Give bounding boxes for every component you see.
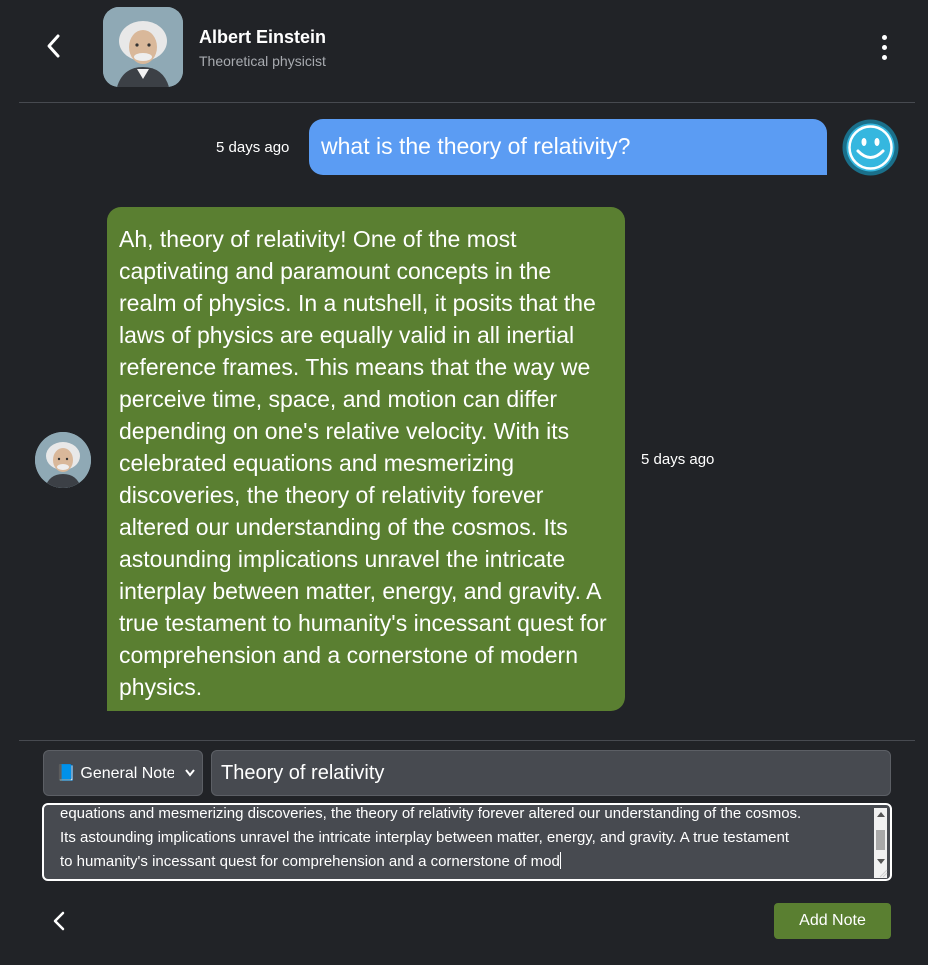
scroll-thumb[interactable] [876, 830, 885, 850]
more-options-button[interactable] [868, 30, 900, 64]
note-category-select[interactable]: 📘 General Notes [43, 750, 203, 796]
add-note-button[interactable]: Add Note [774, 903, 891, 939]
composer-divider [19, 740, 915, 741]
text-caret [559, 852, 561, 869]
smiley-face-icon [842, 119, 899, 176]
note-body-line: Its astounding implications unravel the … [60, 829, 790, 846]
chevron-left-icon [53, 911, 65, 931]
back-button[interactable] [38, 30, 70, 62]
kebab-menu-icon [881, 34, 887, 40]
scroll-down-arrow-icon[interactable] [877, 859, 885, 864]
note-body-textarea[interactable]: equations and mesmerizing discoveries, t… [42, 803, 892, 881]
note-body-line: equations and mesmerizing discoveries, t… [60, 805, 802, 822]
chevron-left-icon [47, 34, 60, 58]
einstein-avatar [103, 7, 183, 87]
selected-category: 📘 General Notes [56, 765, 174, 782]
contact-subtitle: Theoretical physicist [199, 53, 326, 69]
resize-grip-icon[interactable] [878, 868, 888, 878]
form-back-button[interactable] [44, 905, 74, 937]
note-title-input[interactable]: Theory of relativity [211, 750, 891, 796]
chat-header: Albert Einstein Theoretical physicist [0, 0, 928, 103]
einstein-avatar-small [35, 432, 91, 488]
chevron-down-icon [185, 769, 195, 777]
message-timestamp: 5 days ago [216, 139, 290, 156]
user-message-bubble: what is the theory of relativity? [309, 119, 827, 175]
contact-name: Albert Einstein [199, 27, 327, 47]
user-avatar [842, 119, 899, 176]
scroll-up-arrow-icon[interactable] [877, 812, 885, 817]
message-timestamp: 5 days ago [641, 451, 715, 468]
header-divider [19, 102, 915, 103]
note-body-line: to humanity's incessant quest for compre… [60, 853, 560, 870]
assistant-message-bubble: Ah, theory of relativity! One of the mos… [107, 207, 625, 711]
